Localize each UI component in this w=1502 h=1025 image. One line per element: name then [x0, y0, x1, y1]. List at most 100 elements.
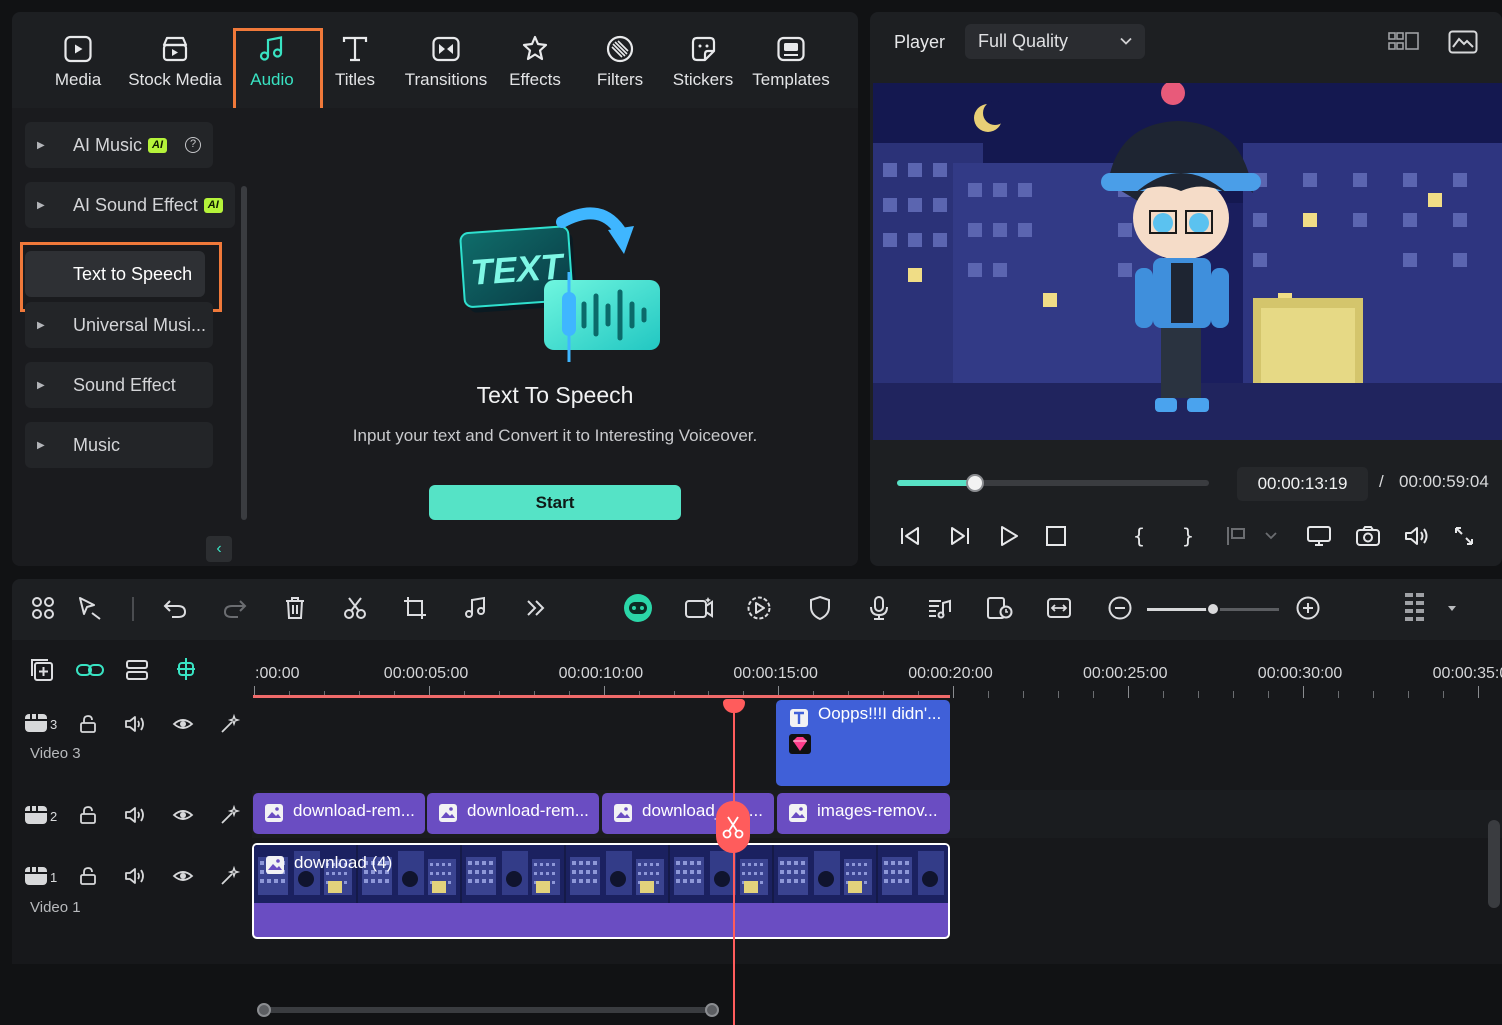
image-clip[interactable]: images-remov... [777, 793, 950, 834]
image-clip[interactable]: download-rem... [253, 793, 425, 834]
caret-right-icon: ▶ [37, 199, 45, 211]
main-video-clip[interactable]: download (4) [252, 843, 950, 939]
scrubber-handle[interactable] [966, 474, 984, 492]
collapse-sidebar-button[interactable]: ‹ [206, 536, 232, 562]
title-clip[interactable]: Oopps!!!I didn'... [776, 700, 950, 786]
stickers-icon [686, 32, 720, 66]
grid-view-icon[interactable] [1388, 30, 1420, 54]
track-manager-icon[interactable] [124, 657, 150, 683]
sidebar-scrollbar[interactable] [241, 186, 247, 520]
previous-frame-icon[interactable] [898, 524, 922, 548]
split-at-playhead-button[interactable] [716, 801, 750, 853]
tab-audio[interactable]: Audio [233, 28, 323, 112]
tab-effects[interactable]: Effects [508, 32, 562, 104]
sidebar-item-music[interactable]: ▶ Music [25, 422, 213, 468]
scrollbar-left-handle[interactable] [257, 1003, 271, 1017]
start-button[interactable]: Start [429, 485, 681, 520]
zoom-in-icon[interactable] [1295, 595, 1321, 621]
sidebar-item-ai-music[interactable]: ▶ AI Music AI ? [25, 122, 213, 168]
speaker-icon[interactable] [124, 714, 146, 734]
delete-icon[interactable] [282, 595, 308, 621]
image-clip[interactable]: download-rem... [427, 793, 599, 834]
vertical-scrollbar[interactable] [1488, 820, 1500, 908]
image-snapshot-icon[interactable] [1448, 30, 1478, 54]
sidebar-item-ai-sound-effect[interactable]: ▶ AI Sound Effect AI [25, 182, 235, 228]
speed-icon[interactable] [746, 595, 772, 621]
speaker-icon[interactable] [124, 805, 146, 825]
auto-enhance-icon[interactable] [219, 804, 241, 826]
mark-in-icon[interactable]: { [1127, 524, 1151, 548]
speaker-icon[interactable] [124, 866, 146, 886]
more-tools-icon[interactable] [524, 595, 548, 621]
auto-enhance-icon[interactable] [219, 713, 241, 735]
auto-enhance-icon[interactable] [219, 865, 241, 887]
scissors-icon[interactable] [342, 595, 368, 621]
camera-icon[interactable] [1355, 524, 1381, 548]
mark-out-icon[interactable]: } [1176, 524, 1200, 548]
redo-icon[interactable] [222, 595, 248, 621]
tab-stickers[interactable]: Stickers [672, 32, 734, 104]
add-track-icon[interactable] [29, 657, 55, 683]
play-icon[interactable] [997, 524, 1021, 548]
volume-icon[interactable] [1403, 524, 1431, 548]
ai-video-icon[interactable] [684, 595, 714, 621]
horizontal-scrollbar[interactable] [257, 1003, 719, 1017]
ai-copilot-icon[interactable] [622, 592, 654, 624]
timeline-panel: :00:00 00:00:05:00 00:00:10:00 00:00:15:00 0… [12, 579, 1502, 1025]
track-header-video-3: 3 Video 3 [12, 700, 252, 790]
track-height-icon[interactable] [1404, 591, 1426, 625]
audio-mixer-icon[interactable] [926, 595, 952, 621]
tab-filters[interactable]: Filters [595, 32, 645, 104]
chevron-down-icon[interactable] [1264, 524, 1278, 548]
sidebar-item-sound-effect[interactable]: ▶ Sound Effect [25, 362, 213, 408]
crop-icon[interactable] [402, 595, 428, 621]
tab-stock-media[interactable]: Stock Media [125, 32, 225, 104]
dropdown-arrow-icon[interactable] [1446, 595, 1458, 621]
playback-scrubber[interactable] [897, 474, 1209, 492]
zoom-slider-handle[interactable] [1206, 602, 1220, 616]
lock-icon[interactable] [78, 714, 98, 734]
eye-icon[interactable] [172, 805, 194, 825]
eye-icon[interactable] [172, 714, 194, 734]
titles-icon [338, 32, 372, 66]
video-track-icon [25, 867, 47, 885]
ruler-tick [1407, 691, 1409, 698]
link-clips-icon[interactable] [75, 657, 105, 683]
tab-transitions[interactable]: Transitions [402, 32, 490, 104]
fit-width-icon[interactable] [1046, 595, 1072, 621]
layout-grid-icon[interactable] [30, 595, 56, 621]
undo-icon[interactable] [162, 595, 188, 621]
eye-icon[interactable] [172, 866, 194, 886]
microphone-icon[interactable] [867, 595, 891, 621]
render-preview-icon[interactable] [986, 595, 1014, 621]
snap-magnet-icon[interactable] [172, 655, 200, 683]
zoom-slider[interactable] [1147, 602, 1279, 616]
mask-shield-icon[interactable] [808, 595, 832, 621]
fullscreen-icon[interactable] [1452, 524, 1476, 548]
player-header: Player Full Quality [870, 12, 1502, 72]
marker-icon[interactable] [1224, 524, 1248, 548]
zoom-out-icon[interactable] [1107, 595, 1133, 621]
caret-right-icon: ▶ [37, 439, 45, 451]
sidebar-item-text-to-speech[interactable]: Text to Speech [25, 251, 205, 297]
clip-label: download (4) [294, 853, 393, 872]
next-frame-icon[interactable] [948, 524, 972, 548]
help-icon[interactable]: ? [185, 137, 202, 153]
ai-badge: AI [203, 197, 223, 213]
select-tool-icon[interactable] [76, 595, 104, 621]
video-preview[interactable] [873, 83, 1502, 440]
time-ruler[interactable]: :00:00 00:00:05:00 00:00:10:00 00:00:15:00 0… [252, 640, 1502, 698]
scrollbar-right-handle[interactable] [705, 1003, 719, 1017]
tab-label: Templates [752, 70, 830, 89]
sidebar-item-universal-music[interactable]: ▶ Universal Musi... [25, 302, 213, 348]
lock-icon[interactable] [78, 866, 98, 886]
tab-media[interactable]: Media [53, 32, 103, 104]
stop-icon[interactable] [1044, 524, 1068, 548]
audio-edit-icon[interactable] [462, 595, 490, 621]
lock-icon[interactable] [78, 805, 98, 825]
scissors-icon [722, 816, 744, 839]
tab-titles[interactable]: Titles [332, 32, 378, 104]
quality-dropdown[interactable]: Full Quality [965, 24, 1145, 59]
display-settings-icon[interactable] [1306, 524, 1332, 548]
tab-templates[interactable]: Templates [750, 32, 832, 104]
